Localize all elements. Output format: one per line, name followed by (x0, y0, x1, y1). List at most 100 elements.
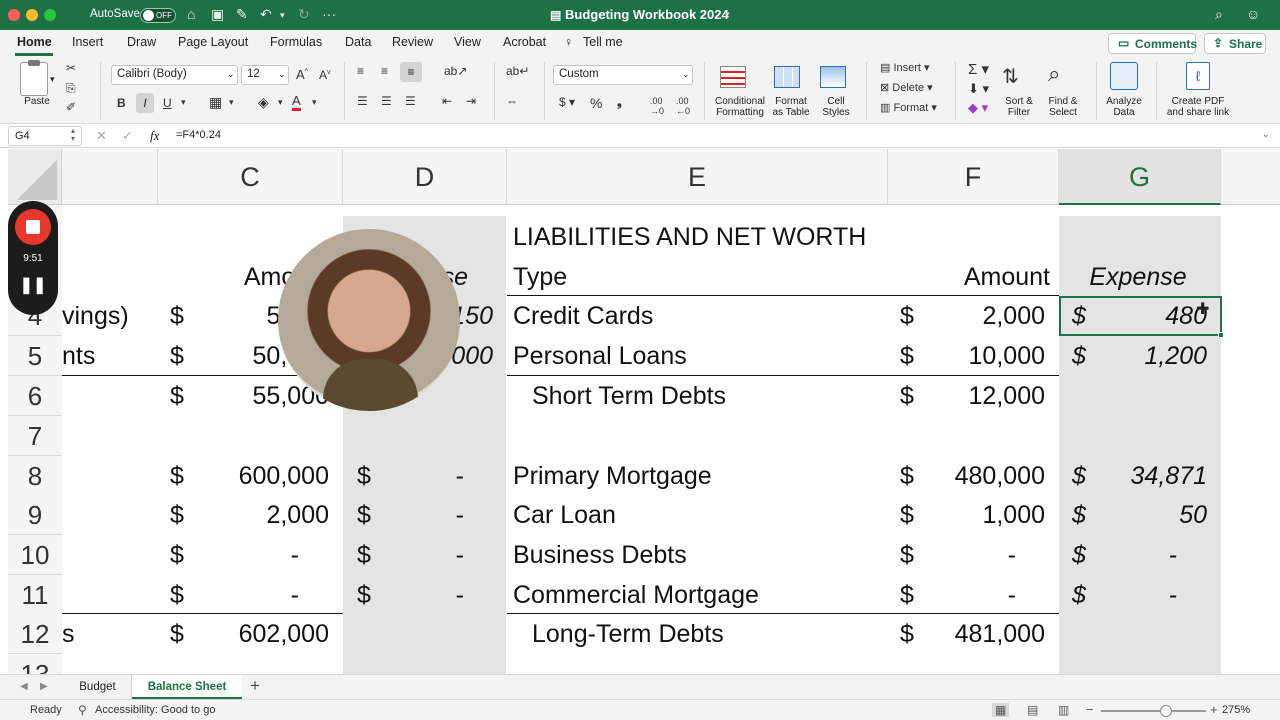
autosave-toggle[interactable]: OFF (140, 8, 176, 23)
sheet-tab-balance-sheet[interactable]: Balance Sheet (132, 675, 242, 699)
pause-icon[interactable]: ❚❚ (8, 275, 58, 295)
prev-sheet-icon[interactable]: ◀ (20, 681, 28, 692)
format-painter-icon[interactable]: ✐ (66, 100, 76, 114)
liability-name-cell[interactable]: Personal Loans (513, 336, 687, 376)
column-header-f[interactable]: F (888, 149, 1059, 205)
liability-amount-header[interactable]: Amount (900, 257, 1050, 297)
insert-cells-button[interactable]: ▤ Insert ▾ (880, 61, 930, 74)
liability-expense-cell[interactable]: 34,871 (1100, 456, 1207, 496)
asset-name-cell[interactable]: vings) (62, 296, 129, 336)
row-header-11[interactable]: 11 (8, 575, 62, 615)
share-button[interactable]: ⇪ Share (1204, 33, 1266, 54)
zoom-slider-thumb[interactable] (1160, 705, 1173, 717)
liability-subtotal-cell[interactable]: 12,000 (930, 376, 1045, 416)
align-bottom-icon[interactable]: ≡ (400, 62, 422, 82)
home-icon[interactable]: ⌂ (187, 6, 195, 22)
underline-button[interactable]: U (163, 96, 172, 110)
italic-button[interactable]: I (136, 93, 154, 113)
formula-input[interactable]: =F4*0.24 (176, 129, 221, 141)
window-title[interactable]: Budgeting Workbook 2024 (565, 7, 729, 22)
find-select-button[interactable]: Find & Select (1040, 96, 1086, 118)
row-header-6[interactable]: 6 (8, 376, 62, 416)
liability-amount-cell[interactable]: - (930, 535, 1016, 575)
redo-icon[interactable]: ↻ (298, 6, 310, 23)
tab-page-layout[interactable]: Page Layout (178, 35, 248, 49)
save-icon[interactable]: ▣ (211, 6, 224, 23)
font-color-icon[interactable]: A (292, 94, 301, 111)
fill-handle[interactable] (1218, 332, 1224, 338)
row-header-12[interactable]: 12 (8, 614, 62, 654)
cut-icon[interactable]: ✂ (66, 61, 76, 75)
asset-expense-cell[interactable]: - (380, 456, 464, 496)
confirm-entry-icon[interactable]: ✓ (122, 128, 133, 144)
zoom-window-button[interactable] (44, 9, 56, 21)
row-header-8[interactable]: 8 (8, 456, 62, 496)
liability-subtotal-label[interactable]: Short Term Debts (532, 376, 726, 416)
undo-dropdown-icon[interactable]: ▾ (280, 10, 285, 21)
analyze-data-button[interactable]: Analyze Data (1100, 96, 1148, 118)
orientation-icon[interactable]: ab↗ (444, 64, 467, 78)
add-sheet-icon[interactable]: + (250, 676, 260, 696)
column-header-h[interactable] (1221, 149, 1280, 205)
tab-review[interactable]: Review (392, 35, 433, 49)
autosum-icon[interactable]: Σ ▾ (968, 60, 989, 78)
sort-filter-button[interactable]: Sort & Filter (996, 96, 1042, 118)
delete-cells-button[interactable]: ⊠ Delete ▾ (880, 81, 933, 94)
liability-name-cell[interactable]: Commercial Mortgage (513, 575, 759, 615)
increase-font-icon[interactable]: A^ (296, 67, 308, 82)
conditional-formatting-icon[interactable] (720, 66, 746, 88)
zoom-level[interactable]: 275% (1222, 704, 1250, 716)
wrap-text-icon[interactable]: ab↵ (506, 64, 529, 78)
save-as-icon[interactable]: ✎ (236, 6, 248, 23)
close-window-button[interactable] (8, 9, 20, 21)
align-top-icon[interactable]: ≡ (357, 64, 364, 78)
asset-amount-cell[interactable]: - (200, 575, 299, 615)
fill-color-icon[interactable]: ◈ (258, 94, 269, 111)
liability-amount-cell[interactable]: 1,000 (930, 495, 1045, 535)
tell-me-search[interactable]: Tell me (583, 35, 623, 49)
cell-styles-icon[interactable] (820, 66, 846, 88)
column-header-d[interactable]: D (343, 149, 507, 205)
format-as-table-icon[interactable] (774, 66, 800, 88)
asset-expense-cell[interactable]: - (380, 575, 464, 615)
next-sheet-icon[interactable]: ▶ (40, 681, 48, 692)
zoom-out-icon[interactable]: − (1086, 702, 1094, 717)
normal-view-icon[interactable]: ▦ (992, 703, 1010, 717)
cancel-entry-icon[interactable]: ✕ (96, 128, 107, 144)
format-cells-button[interactable]: ▥ Format ▾ (880, 101, 937, 114)
clear-icon[interactable]: ◆ ▾ (968, 100, 988, 116)
conditional-formatting-button[interactable]: Conditional Formatting (710, 96, 770, 118)
zoom-in-icon[interactable]: + (1210, 702, 1218, 717)
more-icon[interactable]: ··· (322, 6, 336, 22)
row-header-5[interactable]: 5 (8, 336, 62, 376)
liabilities-title[interactable]: LIABILITIES AND NET WORTH (513, 217, 866, 257)
copy-icon[interactable]: ⎘ (66, 81, 76, 96)
liability-name-cell[interactable]: Primary Mortgage (513, 456, 712, 496)
create-pdf-icon[interactable]: ℓ (1186, 62, 1210, 90)
asset-amount-cell[interactable]: 600,000 (200, 456, 329, 496)
liability-subtotal-label[interactable]: Long-Term Debts (532, 614, 724, 654)
liability-expense-cell[interactable]: 1,200 (1100, 336, 1207, 376)
percent-icon[interactable]: % (590, 95, 602, 111)
column-header-b[interactable] (62, 149, 158, 205)
page-layout-view-icon[interactable]: ▤ (1027, 703, 1038, 717)
find-select-icon[interactable]: ⌕ (1048, 61, 1060, 87)
currency-icon[interactable]: $ ▾ (559, 95, 575, 109)
comma-style-icon[interactable]: ❟ (617, 95, 622, 110)
search-icon[interactable]: ⌕ (1215, 6, 1223, 23)
create-pdf-button[interactable]: Create PDF and share link (1160, 96, 1236, 118)
page-break-view-icon[interactable]: ▥ (1058, 703, 1069, 717)
merge-center-icon[interactable]: ⇔ (506, 94, 518, 108)
account-icon[interactable]: ☺ (1246, 6, 1260, 22)
title-chevron-icon[interactable]: ▾ (725, 9, 730, 20)
row-header-7[interactable]: 7 (8, 416, 62, 456)
format-as-table-button[interactable]: Format as Table (766, 96, 816, 118)
asset-expense-cell[interactable]: - (380, 535, 464, 575)
tab-home[interactable]: Home (17, 35, 52, 49)
liability-amount-cell[interactable]: 2,000 (930, 296, 1045, 336)
stop-recording-button[interactable] (15, 209, 51, 245)
decrease-indent-icon[interactable]: ⇤ (442, 94, 452, 108)
fill-dropdown-icon[interactable]: ▾ (278, 97, 283, 108)
analyze-data-icon[interactable] (1110, 62, 1138, 90)
liability-expense-header[interactable]: Expense (1059, 257, 1217, 297)
